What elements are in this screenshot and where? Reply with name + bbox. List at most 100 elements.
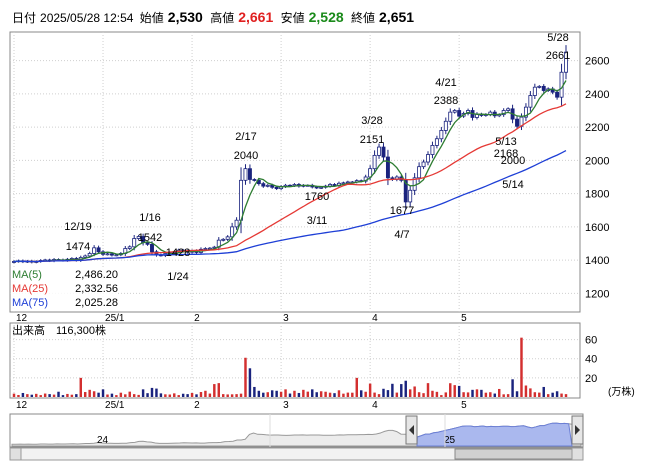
scrollbar-thumb[interactable] [454, 448, 573, 460]
volume-bar [400, 384, 403, 397]
candle [234, 219, 239, 228]
annotation-date: 5/28 [547, 32, 568, 44]
annotation-date: 4/7 [394, 229, 409, 241]
volume-bar [315, 392, 318, 397]
volume-bar [52, 394, 56, 397]
candle [127, 246, 132, 249]
scroll-left-button[interactable] [9, 447, 22, 461]
volume-bar [88, 389, 91, 397]
stock-chart: 1200 1400 1600 1800 2000 2200 2400 2600 12/19 1/… [9, 31, 635, 461]
x-tick-label: 12 [16, 400, 28, 411]
volume-unit: (万株) [608, 385, 635, 398]
volume-bar [177, 395, 180, 397]
candle [132, 238, 137, 248]
candle [457, 110, 462, 117]
volume-bar [489, 392, 492, 397]
x-tick-label: 2 [194, 313, 200, 324]
volume-bar [342, 393, 345, 397]
volume-bar [533, 392, 537, 397]
price-tick-label: 2000 [585, 155, 609, 167]
volume-bar [346, 392, 350, 397]
x-tick-label: 4 [372, 400, 378, 411]
candle [87, 253, 92, 257]
volume-bar [386, 390, 390, 397]
candle [426, 154, 430, 163]
volume-tick-label: 60 [585, 335, 597, 347]
annotation-value: 1428 [166, 247, 190, 259]
volume-bar [217, 383, 220, 397]
volume-bar [66, 393, 69, 397]
volume-bar [293, 390, 296, 397]
volume-bar [128, 391, 131, 397]
volume-bar [181, 393, 185, 397]
volume-bar [30, 394, 34, 397]
annotation-value: 2661 [546, 50, 570, 62]
annotation-value: 1542 [138, 232, 162, 244]
volume-bar [239, 393, 243, 397]
volume-bar [306, 391, 310, 397]
annotation-date: 1/16 [139, 212, 160, 224]
annotation-date: 3/28 [361, 115, 382, 127]
volume-bar [141, 389, 145, 397]
volume-bar [222, 394, 225, 397]
volume-bar [226, 394, 229, 397]
volume-bar [351, 392, 354, 397]
candle [372, 154, 377, 170]
volume-bar [444, 392, 448, 397]
volume-bar [208, 393, 212, 397]
volume-bar [168, 394, 172, 397]
annotation-value: 2000 [501, 155, 525, 167]
candle [109, 253, 114, 256]
volume-bar [333, 393, 336, 397]
volume-bar [164, 394, 167, 397]
annotation-date: 3/11 [307, 215, 328, 227]
candle [421, 161, 426, 168]
ma75-label: MA(75) [12, 297, 48, 309]
candle [443, 120, 448, 131]
volume-bar [12, 393, 16, 397]
volume-bar [529, 388, 532, 397]
volume-bar [462, 392, 465, 397]
annotation-date: 4/21 [435, 77, 456, 89]
candle [377, 146, 381, 156]
price-tick-label: 1200 [585, 288, 609, 300]
volume-bar [230, 394, 234, 397]
volume-bar [110, 393, 114, 397]
volume-bar [213, 384, 216, 397]
volume-bar [546, 394, 550, 397]
volume-tick-label: 20 [585, 373, 597, 385]
candle [448, 111, 453, 122]
volume-bar [471, 389, 474, 397]
candle [230, 226, 235, 238]
price-tick-label: 1800 [585, 189, 609, 201]
candle [203, 248, 208, 250]
volume-bar [132, 394, 136, 397]
candle [314, 186, 319, 189]
volume-bar [373, 392, 376, 397]
volume-bar [395, 392, 399, 397]
annotation-value: 2388 [434, 95, 458, 107]
volume-bar [319, 391, 323, 397]
volume-bar [493, 393, 496, 397]
volume-bar [61, 395, 65, 397]
candle [261, 183, 266, 187]
x-tick-label: 5 [461, 313, 467, 324]
volume-bar [355, 377, 358, 397]
candle [559, 71, 564, 98]
volume-bar [551, 392, 554, 397]
price-tick-label: 1600 [585, 222, 609, 234]
volume-bar [449, 383, 452, 397]
scroll-right-button[interactable] [571, 447, 584, 461]
candle [83, 255, 88, 258]
candle [439, 130, 444, 140]
volume-bar [520, 337, 523, 397]
candle [417, 166, 422, 179]
candle [506, 108, 511, 111]
candle [528, 95, 533, 108]
candle [555, 91, 560, 98]
volume-bar [253, 386, 256, 397]
annotation-value: 1677 [390, 205, 414, 217]
volume-bar [101, 389, 105, 397]
volume-bar [337, 390, 341, 397]
volume-tick-label: 40 [585, 354, 597, 366]
